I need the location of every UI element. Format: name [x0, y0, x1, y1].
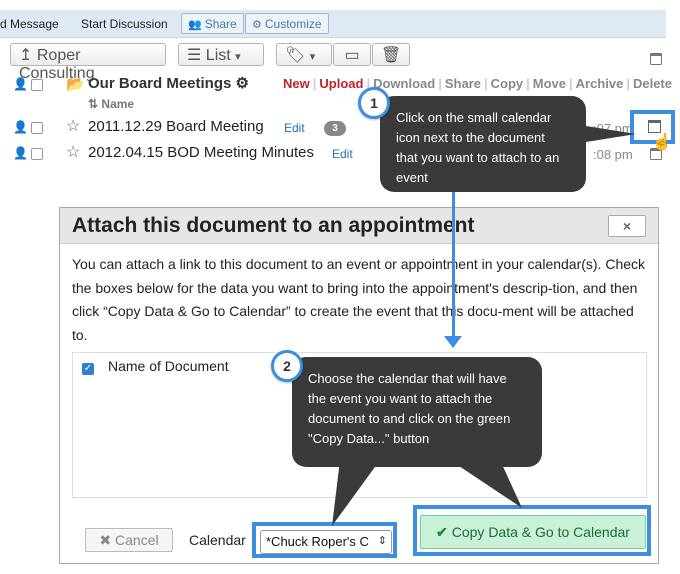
- view-toolbar: ↥ Roper Consulting ☰ List ▾ 🏷 ▾ ▭ 🗑: [0, 40, 666, 82]
- edit-link[interactable]: Edit: [332, 147, 353, 161]
- gear-icon[interactable]: ⚙: [236, 75, 249, 92]
- star-icon[interactable]: ☆: [66, 116, 80, 136]
- message-link[interactable]: d Message: [0, 17, 59, 31]
- edit-link[interactable]: Edit: [284, 121, 305, 135]
- dialog-title: Attach this document to an appointment: [72, 214, 475, 237]
- share-action[interactable]: Share: [442, 76, 484, 91]
- row-checkbox[interactable]: [31, 79, 43, 91]
- callout-1-pointer: [586, 126, 636, 142]
- move-action[interactable]: Move: [530, 76, 569, 91]
- dialog-header: Attach this document to an appointment ×: [60, 208, 658, 244]
- view-dropdown[interactable]: ☰ List ▾: [178, 43, 264, 66]
- share-person-icon[interactable]: 👤: [13, 146, 28, 160]
- name-of-document-label: Name of Document: [108, 358, 229, 374]
- callout-2-pointer-right: [450, 460, 522, 508]
- share-person-icon[interactable]: 👤: [13, 77, 28, 91]
- workspace-icon: ↥: [19, 47, 33, 64]
- guide-arrow-icon: [444, 336, 462, 348]
- top-toolbar: d Message Start Discussion 👥 Share ⚙ Custo…: [0, 10, 666, 38]
- archive-button[interactable]: ▭: [333, 43, 371, 66]
- callout-2-pointer-left: [332, 460, 380, 526]
- view-label: List: [205, 47, 231, 64]
- step-2-badge: 2: [271, 350, 303, 382]
- share-person-icon[interactable]: 👤: [13, 120, 28, 134]
- chevron-down-icon: ▾: [309, 51, 316, 63]
- sort-label: Name: [101, 97, 135, 111]
- archive-action[interactable]: Archive: [573, 76, 627, 91]
- close-button[interactable]: ×: [608, 215, 646, 237]
- copy-action[interactable]: Copy: [488, 76, 527, 91]
- document-name[interactable]: 2011.12.29 Board Meeting: [88, 118, 264, 135]
- delete-action[interactable]: Delete: [630, 76, 675, 91]
- trash-button[interactable]: 🗑: [372, 43, 410, 66]
- chevron-down-icon: ▾: [235, 51, 241, 63]
- calendar-label: Calendar: [189, 532, 246, 548]
- name-of-document-checkbox[interactable]: ✓: [82, 363, 94, 375]
- cancel-label: Cancel: [115, 532, 159, 548]
- tags-dropdown[interactable]: 🏷 ▾: [276, 43, 332, 66]
- start-discussion-link[interactable]: Start Discussion: [81, 17, 168, 31]
- callout-1: Click on the small calendar icon next to…: [380, 96, 586, 192]
- share-label: Share: [204, 17, 237, 31]
- new-action[interactable]: New: [280, 76, 313, 91]
- document-name[interactable]: 2012.04.15 BOD Meeting Minutes: [88, 144, 314, 161]
- workspace-button[interactable]: ↥ Roper Consulting: [10, 43, 166, 82]
- upload-action[interactable]: Upload: [316, 76, 366, 91]
- star-icon[interactable]: ☆: [66, 142, 80, 162]
- step-1-badge: 1: [358, 87, 390, 119]
- customize-label: Customize: [264, 17, 322, 31]
- folder-actions: New | Upload | Download | Share | Copy | Move | Arch…: [280, 76, 675, 91]
- list-icon: ☰: [187, 47, 202, 64]
- row-checkbox[interactable]: [31, 148, 43, 160]
- share-button[interactable]: 👥 Share: [181, 13, 244, 34]
- folder-icon: 📂: [66, 76, 85, 93]
- customize-button[interactable]: ⚙ Customize: [245, 13, 329, 34]
- version-badge: 3: [324, 121, 346, 136]
- sort-header[interactable]: ⇅ Name: [88, 97, 134, 111]
- guide-line: [452, 190, 455, 340]
- dialog-description: You can attach a link to this document t…: [72, 256, 646, 343]
- calendar-icon[interactable]: [650, 53, 662, 65]
- gears-icon: ⚙: [252, 19, 262, 31]
- archive-icon: ▭: [344, 47, 360, 64]
- close-icon: ✖: [99, 532, 112, 548]
- modified-time: :08 pm: [593, 147, 633, 162]
- callout-2: Choose the calendar that will have the e…: [292, 357, 542, 467]
- sort-icon: ⇅: [88, 97, 99, 111]
- hand-cursor-icon: ☝: [652, 134, 672, 151]
- cancel-button[interactable]: ✖ Cancel: [85, 528, 173, 552]
- trash-icon: 🗑: [381, 47, 402, 64]
- folder-name: Our Board Meetings ⚙: [88, 74, 249, 92]
- tag-icon: 🏷: [285, 47, 306, 64]
- folder-row: 👤 📂 Our Board Meetings ⚙ New | Upload | Down…: [0, 72, 680, 96]
- folder-name-text: Our Board Meetings: [88, 75, 232, 92]
- callout-2-pointers: [332, 460, 522, 526]
- row-checkbox[interactable]: [31, 122, 43, 134]
- add-user-icon: 👥: [188, 19, 202, 31]
